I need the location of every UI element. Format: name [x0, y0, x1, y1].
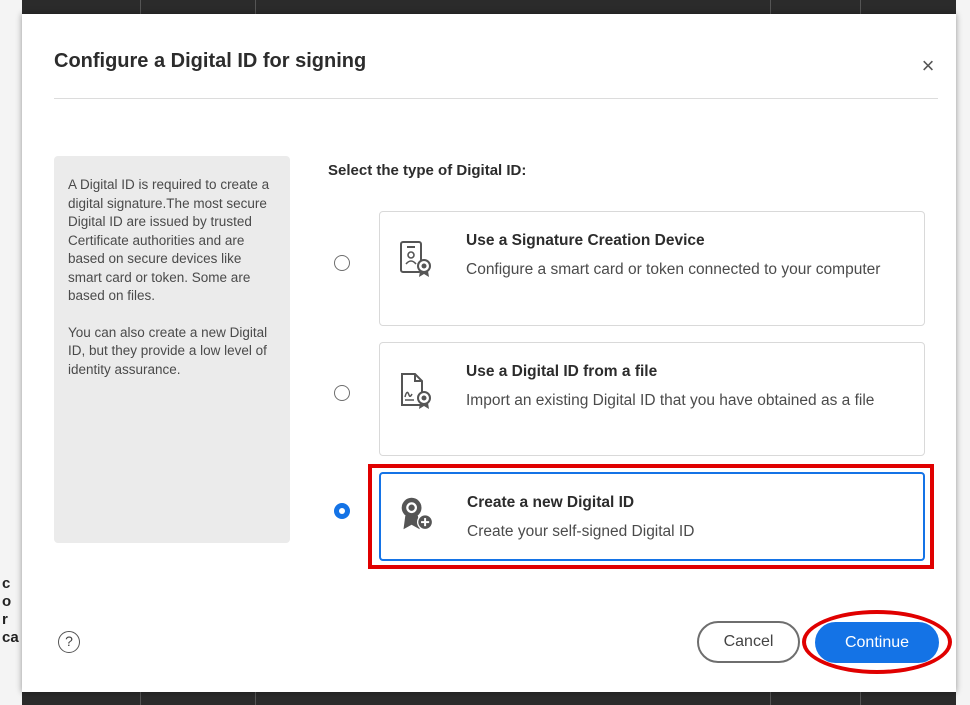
certificate-device-icon — [400, 241, 431, 277]
option-2-description: Import an existing Digital ID that you h… — [466, 392, 875, 409]
close-button[interactable]: × — [916, 54, 940, 78]
option-signature-creation-device[interactable]: Use a Signature Creation Device Configur… — [379, 211, 925, 326]
info-paragraph-2: You can also create a new Digital ID, bu… — [68, 324, 268, 377]
certificate-file-icon — [401, 373, 431, 409]
radio-create-new-digital-id[interactable] — [334, 503, 350, 519]
close-icon: × — [921, 53, 935, 78]
dialog-title: Configure a Digital ID for signing — [54, 50, 367, 72]
annotation-highlight-ellipse — [802, 610, 952, 674]
background-strip-right — [956, 0, 970, 705]
info-panel: A Digital ID is required to create a dig… — [54, 156, 290, 543]
option-1-title: Use a Signature Creation Device — [466, 232, 705, 249]
select-type-prompt: Select the type of Digital ID: — [328, 162, 527, 179]
info-paragraph-1: A Digital ID is required to create a dig… — [68, 177, 270, 303]
radio-signature-device[interactable] — [334, 255, 350, 271]
annotation-highlight-rectangle — [368, 464, 934, 569]
help-icon[interactable]: ? — [58, 631, 80, 653]
cancel-button[interactable]: Cancel — [697, 621, 800, 663]
option-1-description: Configure a smart card or token connecte… — [466, 261, 881, 278]
configure-digital-id-dialog: Configure a Digital ID for signing × A D… — [22, 14, 956, 692]
radio-digital-id-file[interactable] — [334, 385, 350, 401]
option-2-title: Use a Digital ID from a file — [466, 363, 658, 380]
title-divider — [54, 98, 938, 99]
option-digital-id-from-file[interactable]: Use a Digital ID from a file Import an e… — [379, 342, 925, 456]
background-text: c o r ca — [2, 575, 19, 646]
